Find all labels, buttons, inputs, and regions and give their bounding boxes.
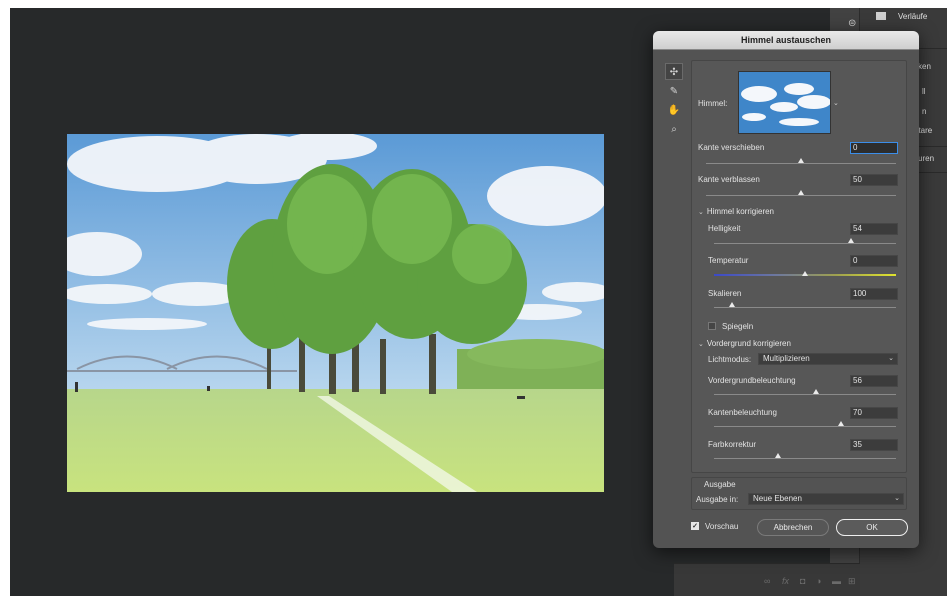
- ok-button[interactable]: OK: [836, 519, 908, 536]
- helligkeit-track[interactable]: [714, 243, 896, 244]
- vordergrundbeleuchtung-input[interactable]: 56: [850, 375, 898, 387]
- skalieren-slider[interactable]: [729, 302, 736, 307]
- layers-panel-footer: ∞ fx ◘ ◑ ▬ ⊞: [674, 563, 860, 596]
- move-icon[interactable]: ✣: [665, 63, 683, 80]
- skalieren-track[interactable]: [714, 307, 896, 308]
- himmel-korrigieren-title: Himmel korrigieren: [706, 207, 774, 216]
- kante-verblassen-label: Kante verblassen: [698, 175, 760, 184]
- skalieren-label: Skalieren: [708, 289, 742, 298]
- folder-icon[interactable]: ▬: [832, 576, 841, 586]
- ausgabe-value: Neue Ebenen: [753, 494, 802, 503]
- helligkeit-label: Helligkeit: [708, 224, 741, 233]
- himmel-korrigieren-section[interactable]: ⌄ Himmel korrigieren: [698, 207, 774, 216]
- ausgabe-group: Ausgabe Ausgabe in: Neue Ebenen ⌄: [691, 477, 907, 510]
- helligkeit-slider[interactable]: [847, 238, 854, 243]
- panel-item-3[interactable]: n: [922, 107, 926, 116]
- document-photo[interactable]: [67, 134, 604, 492]
- cancel-button[interactable]: Abbrechen: [757, 519, 829, 536]
- kante-verschieben-track[interactable]: [706, 163, 896, 164]
- fx-icon[interactable]: fx: [782, 576, 789, 586]
- kante-verblassen-track[interactable]: [706, 195, 896, 196]
- kante-verschieben-label: Kante verschieben: [698, 143, 765, 152]
- kante-verblassen-input[interactable]: 50: [850, 174, 898, 186]
- kantenbeleuchtung-track[interactable]: [714, 426, 896, 427]
- farbkorrektur-label: Farbkorrektur: [708, 440, 757, 449]
- lichtmodus-label: Lichtmodus:: [708, 355, 752, 364]
- new-layer-icon[interactable]: ⊞: [848, 576, 856, 587]
- chevron-down-icon: ⌄: [698, 209, 704, 216]
- sky-label: Himmel:: [698, 99, 728, 108]
- vordergrund-korrigieren-section[interactable]: ⌄ Vordergrund korrigieren: [698, 339, 791, 348]
- vorschau-checkbox[interactable]: ✓: [691, 522, 699, 530]
- settings-panel: Himmel: ⌄ Kante verschieben 0 Kante verb…: [691, 60, 907, 473]
- temperatur-input[interactable]: 0: [850, 255, 898, 267]
- vordergrundbeleuchtung-label: Vordergrundbeleuchtung: [708, 376, 796, 385]
- link-icon[interactable]: ∞: [764, 576, 770, 586]
- farbkorrektur-slider[interactable]: [774, 453, 781, 458]
- sky-replacement-dialog: Himmel austauschen ✣ ✎ ✋ ⌕ Himmel: ⌄ Kan…: [653, 31, 919, 548]
- adjustment-icon[interactable]: ◑: [816, 576, 821, 586]
- kante-verschieben-slider[interactable]: [798, 158, 804, 163]
- temperatur-label: Temperatur: [708, 256, 749, 265]
- kante-verblassen-slider[interactable]: [798, 190, 804, 195]
- hand-icon[interactable]: ✋: [665, 102, 683, 119]
- kantenbeleuchtung-input[interactable]: 70: [850, 407, 898, 419]
- brush-icon[interactable]: ✎: [665, 83, 683, 100]
- kantenbeleuchtung-slider[interactable]: [838, 421, 845, 426]
- ausgabe-in-label: Ausgabe in:: [696, 495, 739, 504]
- panel-tab-verlaeufe[interactable]: Verläufe: [898, 12, 927, 21]
- farbkorrektur-track[interactable]: [714, 458, 896, 459]
- lichtmodus-select[interactable]: Multiplizieren ⌄: [758, 353, 898, 365]
- vorschau-label: Vorschau: [705, 522, 739, 531]
- zoom-icon[interactable]: ⌕: [665, 121, 683, 138]
- mask-icon[interactable]: ◘: [800, 576, 805, 586]
- chevron-down-icon: ⌄: [888, 355, 894, 362]
- lichtmodus-value: Multiplizieren: [763, 354, 810, 363]
- skalieren-input[interactable]: 100: [850, 288, 898, 300]
- sky-thumbnail-image: [739, 72, 830, 133]
- farbkorrektur-input[interactable]: 35: [850, 439, 898, 451]
- spiegeln-checkbox[interactable]: [708, 322, 716, 330]
- panel-item-2[interactable]: ll: [922, 87, 926, 96]
- helligkeit-input[interactable]: 54: [850, 223, 898, 235]
- chevron-down-icon: ⌄: [894, 495, 900, 502]
- vordergrundbeleuchtung-slider[interactable]: [812, 389, 819, 394]
- dialog-toolbar: ✣ ✎ ✋ ⌕: [663, 61, 687, 141]
- sky-preset-thumbnail[interactable]: [738, 71, 831, 134]
- gradient-panel-icon[interactable]: ⊜: [848, 18, 856, 29]
- temperatur-slider[interactable]: [802, 271, 808, 276]
- sky-dropdown-chevron-icon[interactable]: ⌄: [833, 99, 839, 107]
- chevron-down-icon: ⌄: [698, 341, 704, 348]
- kantenbeleuchtung-label: Kantenbeleuchtung: [708, 408, 777, 417]
- ausgabe-select[interactable]: Neue Ebenen ⌄: [748, 493, 904, 505]
- spiegeln-label: Spiegeln: [722, 322, 754, 331]
- gradients-icon: [876, 12, 886, 20]
- ausgabe-title: Ausgabe: [704, 480, 736, 489]
- vordergrund-korrigieren-title: Vordergrund korrigieren: [706, 339, 791, 348]
- dialog-title: Himmel austauschen: [653, 31, 919, 50]
- kante-verschieben-input[interactable]: 0: [850, 142, 898, 154]
- vordergrundbeleuchtung-track[interactable]: [714, 394, 896, 395]
- park-photo: [67, 134, 604, 492]
